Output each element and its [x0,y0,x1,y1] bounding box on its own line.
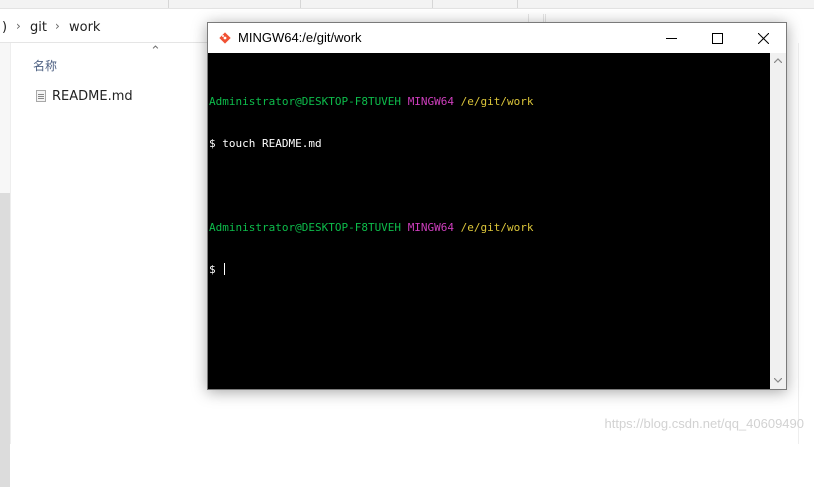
prompt-line: Administrator@DESKTOP-F8TUVEH MINGW64 /e… [209,95,770,109]
window-title: MINGW64:/e/git/work [238,30,362,45]
command-text: $ touch README.md [209,137,322,150]
nav-scrollbar-thumb[interactable] [0,193,10,487]
terminal-window[interactable]: MINGW64:/e/git/work Administrator@DESKTO… [207,22,787,390]
command-line: $ touch README.md [209,137,770,151]
breadcrumb-root[interactable]: ) [2,20,7,35]
prompt-user: Administrator@DESKTOP-F8TUVEH [209,221,402,234]
text-cursor [224,263,226,275]
maximize-icon [712,33,723,44]
ribbon-separator [168,0,169,8]
title-bar[interactable]: MINGW64:/e/git/work [208,23,786,53]
chevron-down-icon [774,378,782,383]
close-icon [758,33,769,44]
divider [798,43,799,444]
ribbon-strip [0,0,814,9]
prompt-path: /e/git/work [460,95,534,108]
breadcrumb-chevron-icon[interactable]: › [16,19,21,33]
prompt-user: Administrator@DESKTOP-F8TUVEH [209,95,402,108]
breadcrumb-item-work[interactable]: work [69,20,100,35]
prompt-path: /e/git/work [460,221,534,234]
column-header-name[interactable]: 名称 [33,57,57,74]
scroll-down-button[interactable] [770,373,786,389]
close-button[interactable] [740,23,786,53]
ribbon-separator [300,0,301,8]
scroll-up-button[interactable] [770,53,786,69]
terminal-scrollbar[interactable] [770,53,786,389]
prompt-host: MINGW64 [407,221,455,234]
file-list-item[interactable]: README.md [36,86,133,106]
prompt-host: MINGW64 [407,95,455,108]
navigation-pane[interactable] [0,43,11,487]
minimize-icon [666,38,677,39]
ribbon-separator [432,0,433,8]
minimize-button[interactable] [648,23,694,53]
input-line[interactable]: $ [209,263,770,277]
file-name: README.md [52,88,133,104]
input-prompt: $ [209,263,223,276]
ribbon-separator [517,0,518,8]
text-file-icon [36,90,46,102]
terminal-output[interactable]: Administrator@DESKTOP-F8TUVEH MINGW64 /e… [208,53,770,389]
prompt-line: Administrator@DESKTOP-F8TUVEH MINGW64 /e… [209,221,770,235]
sort-up-icon: ⌃ [150,44,161,59]
watermark: https://blog.csdn.net/qq_40609490 [604,416,805,431]
breadcrumb-item-git[interactable]: git [30,20,47,35]
breadcrumb-chevron-icon[interactable]: › [55,19,60,33]
git-diamond-icon [219,32,231,44]
chevron-up-icon [774,58,782,63]
maximize-button[interactable] [694,23,740,53]
